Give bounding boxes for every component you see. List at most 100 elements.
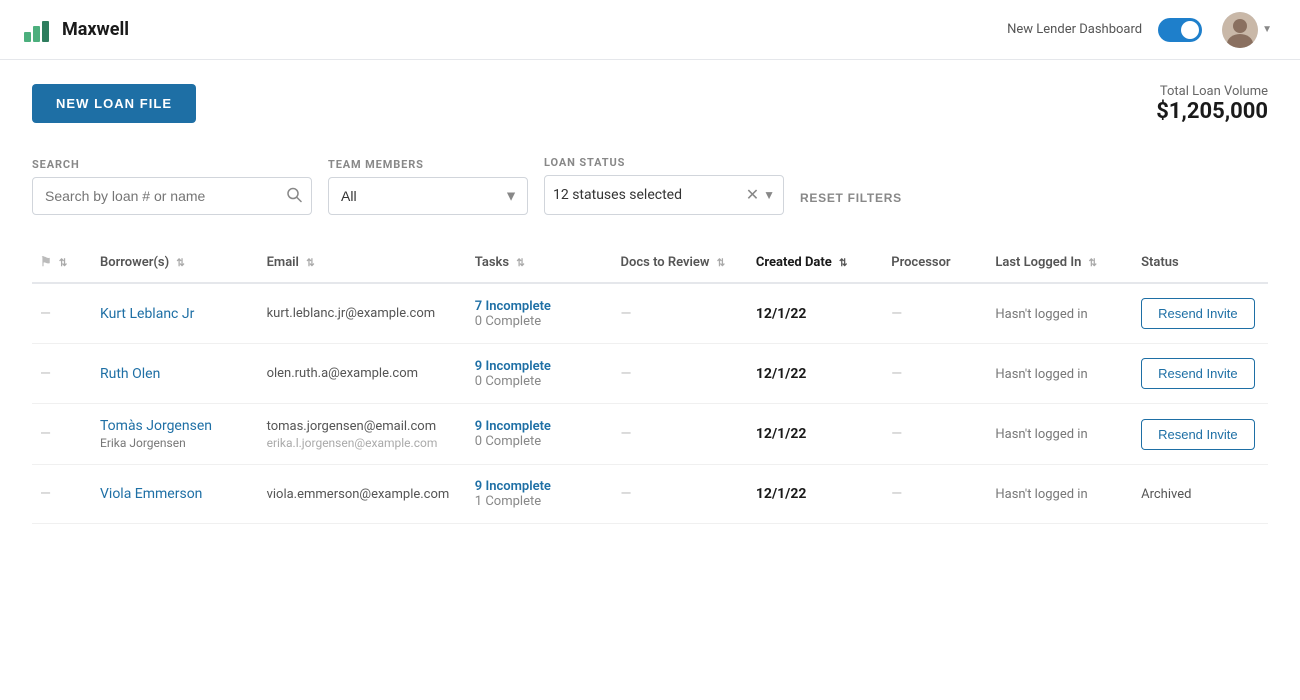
th-flag: ⚑ ⇅: [32, 243, 92, 283]
table-body: — Kurt Leblanc Jr kurt.leblanc.jr@exampl…: [32, 283, 1268, 524]
borrower-name-link[interactable]: Viola Emmerson: [100, 486, 251, 502]
logo: Maxwell: [24, 18, 129, 42]
processor-cell: —: [883, 404, 987, 465]
sort-icon[interactable]: ⇅: [59, 258, 67, 269]
processor-cell: —: [883, 344, 987, 404]
search-filter-group: SEARCH: [32, 158, 312, 215]
logo-icon: [24, 18, 54, 42]
th-borrower: Borrower(s) ⇅: [92, 243, 259, 283]
flag-dash: —: [40, 306, 51, 322]
sort-icon[interactable]: ⇅: [306, 258, 314, 269]
status-cell: Resend Invite: [1133, 344, 1268, 404]
new-loan-file-button[interactable]: NEW LOAN FILE: [32, 84, 196, 123]
user-menu-button[interactable]: ▼: [1218, 8, 1276, 52]
processor-cell: —: [883, 283, 987, 344]
table-row: — Viola Emmerson viola.emmerson@example.…: [32, 465, 1268, 524]
sort-icon[interactable]: ⇅: [516, 258, 524, 269]
search-icon-button[interactable]: [286, 187, 302, 206]
total-volume-amount: $1,205,000: [1156, 99, 1268, 124]
sort-icon[interactable]: ⇅: [1089, 258, 1097, 269]
status-filter[interactable]: 12 statuses selected ✕ ▼: [544, 175, 784, 215]
th-email: Email ⇅: [259, 243, 467, 283]
th-docs-label: Docs to Review: [621, 255, 710, 270]
th-last-logged: Last Logged In ⇅: [987, 243, 1133, 283]
th-lastlogged-label: Last Logged In: [995, 255, 1081, 270]
tasks-cell: 7 Incomplete 0 Complete: [467, 283, 613, 344]
tasks-incomplete: 9 Incomplete: [475, 419, 605, 434]
tasks-cell: 9 Incomplete 1 Complete: [467, 465, 613, 524]
status-cell: Resend Invite: [1133, 404, 1268, 465]
flag-dash: —: [40, 426, 51, 442]
team-members-select[interactable]: All: [328, 177, 528, 215]
primary-email: tomas.jorgensen@email.com: [267, 419, 459, 434]
date-cell: 12/1/22: [748, 283, 883, 344]
tasks-incomplete: 9 Incomplete: [475, 359, 605, 374]
status-filter-clear-button[interactable]: ✕: [742, 185, 763, 205]
processor-dash: —: [891, 486, 902, 502]
tasks-cell: 9 Incomplete 0 Complete: [467, 404, 613, 465]
th-status: Status: [1133, 243, 1268, 283]
processor-dash: —: [891, 426, 902, 442]
status-archived-label: Archived: [1141, 487, 1191, 502]
borrower-cell: Kurt Leblanc Jr: [92, 283, 259, 344]
team-members-filter-group: TEAM MEMBERS All ▼: [328, 158, 528, 215]
docs-cell: —: [613, 344, 748, 404]
borrower-cell: Viola Emmerson: [92, 465, 259, 524]
reset-filters-button[interactable]: RESET FILTERS: [800, 181, 902, 215]
tasks-cell: 9 Incomplete 0 Complete: [467, 344, 613, 404]
email-cell: olen.ruth.a@example.com: [259, 344, 467, 404]
primary-email: kurt.leblanc.jr@example.com: [267, 306, 459, 321]
table-row: — Ruth Olen olen.ruth.a@example.com 9 In…: [32, 344, 1268, 404]
toggle-label: New Lender Dashboard: [1007, 22, 1142, 37]
search-input[interactable]: [32, 177, 312, 215]
date-cell: 12/1/22: [748, 344, 883, 404]
sort-icon[interactable]: ⇅: [717, 258, 725, 269]
resend-invite-button[interactable]: Resend Invite: [1141, 298, 1255, 329]
table-header: ⚑ ⇅ Borrower(s) ⇅ Email ⇅ Tasks ⇅: [32, 243, 1268, 283]
docs-dash: —: [621, 486, 632, 502]
last-logged-text: Hasn't logged in: [995, 487, 1087, 502]
tasks-complete: 1 Complete: [475, 494, 605, 509]
last-logged-cell: Hasn't logged in: [987, 404, 1133, 465]
th-status-label: Status: [1141, 255, 1179, 270]
lender-dashboard-toggle[interactable]: [1158, 18, 1202, 42]
last-logged-text: Hasn't logged in: [995, 427, 1087, 442]
borrower-name-link[interactable]: Tomàs Jorgensen: [100, 418, 251, 434]
tasks-incomplete: 9 Incomplete: [475, 479, 605, 494]
docs-dash: —: [621, 366, 632, 382]
email-cell: kurt.leblanc.jr@example.com: [259, 283, 467, 344]
primary-email: viola.emmerson@example.com: [267, 487, 459, 502]
tasks-complete: 0 Complete: [475, 374, 605, 389]
th-processor: Processor: [883, 243, 987, 283]
sort-icon-active[interactable]: ⇅: [839, 258, 847, 269]
last-logged-text: Hasn't logged in: [995, 367, 1087, 382]
sort-icon[interactable]: ⇅: [176, 258, 184, 269]
resend-invite-button[interactable]: Resend Invite: [1141, 358, 1255, 389]
borrower-name-link[interactable]: Ruth Olen: [100, 366, 251, 382]
search-label: SEARCH: [32, 158, 312, 171]
borrower-cell: Tomàs Jorgensen Erika Jorgensen: [92, 404, 259, 465]
tasks-complete: 0 Complete: [475, 314, 605, 329]
header: Maxwell New Lender Dashboard ▼: [0, 0, 1300, 60]
th-date-label: Created Date: [756, 255, 832, 270]
team-select-wrapper: All ▼: [328, 177, 528, 215]
docs-dash: —: [621, 426, 632, 442]
search-icon: [286, 187, 302, 203]
loans-table-wrapper: ⚑ ⇅ Borrower(s) ⇅ Email ⇅ Tasks ⇅: [32, 243, 1268, 524]
processor-dash: —: [891, 306, 902, 322]
flag-dash: —: [40, 486, 51, 502]
resend-invite-button[interactable]: Resend Invite: [1141, 419, 1255, 450]
flag-dash: —: [40, 366, 51, 382]
main-content: NEW LOAN FILE Total Loan Volume $1,205,0…: [0, 60, 1300, 548]
borrower-name-link[interactable]: Kurt Leblanc Jr: [100, 306, 251, 322]
avatar: [1222, 12, 1258, 48]
last-logged-text: Hasn't logged in: [995, 307, 1087, 322]
last-logged-cell: Hasn't logged in: [987, 344, 1133, 404]
th-borrower-label: Borrower(s): [100, 255, 169, 270]
borrower-cell: Ruth Olen: [92, 344, 259, 404]
th-docs: Docs to Review ⇅: [613, 243, 748, 283]
loan-status-label: LOAN STATUS: [544, 156, 784, 169]
status-cell: Resend Invite: [1133, 283, 1268, 344]
flag-cell: —: [32, 344, 92, 404]
loan-status-filter-group: LOAN STATUS 12 statuses selected ✕ ▼: [544, 156, 784, 215]
